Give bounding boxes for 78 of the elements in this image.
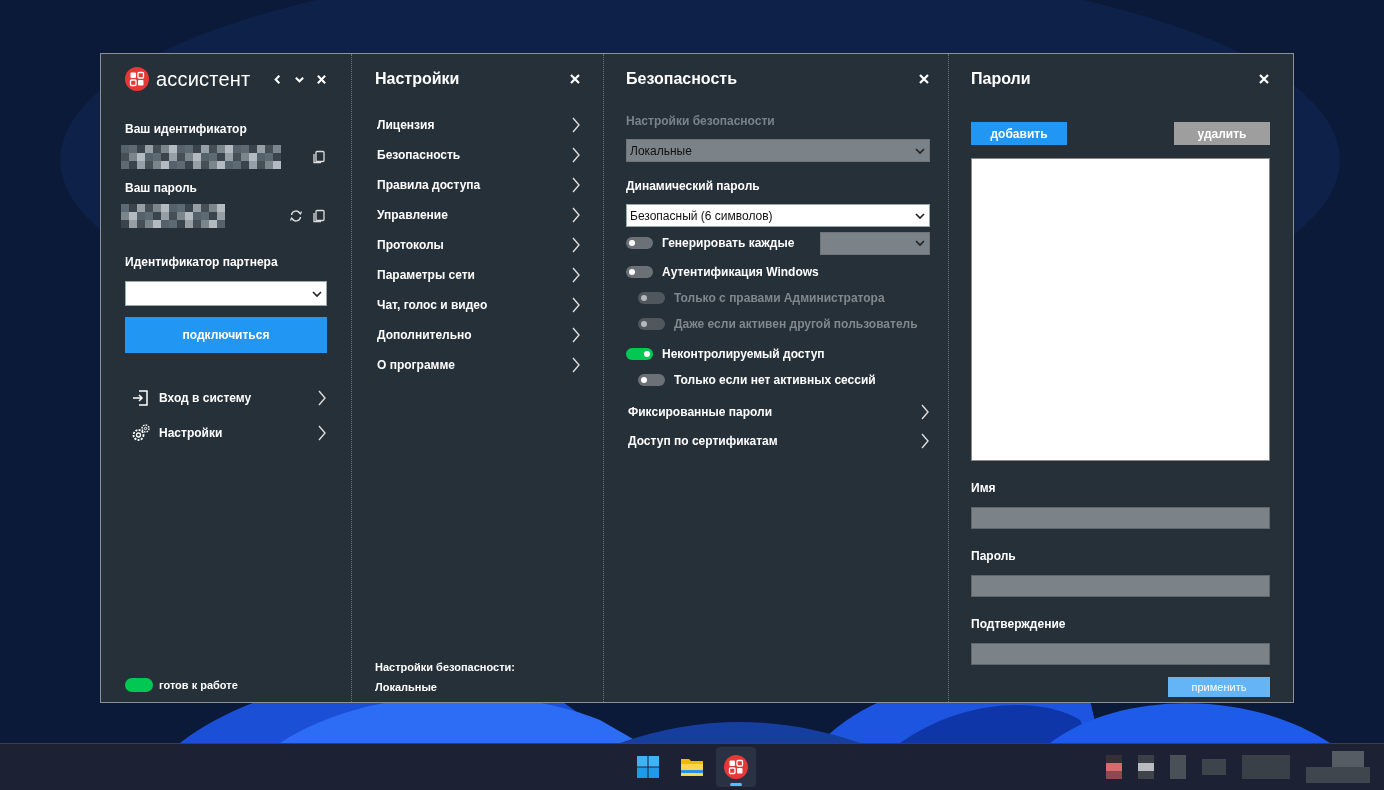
toggle-switch[interactable]: [626, 266, 653, 278]
toggle-label: Неконтролируемый доступ: [662, 347, 825, 361]
panel-title: Пароли: [971, 70, 1031, 88]
dropdown[interactable]: [820, 231, 930, 255]
chevron-right-icon: [317, 389, 327, 407]
chevron-right-icon: [571, 266, 581, 284]
toggle-label: Даже если активен другой пользователь: [674, 317, 918, 331]
field-label: Ваш идентификатор: [125, 121, 248, 137]
copy-icon[interactable]: [312, 209, 326, 223]
app-name: ассистент: [156, 67, 251, 91]
chevron-right-icon: [920, 432, 930, 450]
taskbar-button[interactable]: [716, 747, 756, 787]
settings-item[interactable]: Чат, голос и видео: [375, 295, 581, 315]
input-field[interactable]: [971, 507, 1270, 529]
chevron-right-icon: [920, 403, 930, 421]
field-label: Настройки безопасности: [626, 113, 776, 129]
chevron-right-icon: [317, 424, 327, 442]
settings-item[interactable]: Доступ по сертификатам: [626, 431, 930, 451]
close-icon[interactable]: [316, 73, 327, 85]
pixelated-tray-icon: [1138, 755, 1154, 779]
settings-item[interactable]: Управление: [375, 205, 581, 225]
settings-item[interactable]: Лицензия: [375, 115, 581, 135]
settings-item[interactable]: Дополнительно: [375, 325, 581, 345]
settings-item[interactable]: Правила доступа: [375, 175, 581, 195]
pixelated-tray-icon: [1202, 759, 1226, 775]
pixelated-tray-icon: [1242, 755, 1290, 779]
field-label: Ваш пароль: [125, 180, 198, 196]
chevron-right-icon: [571, 146, 581, 164]
pixelated-clock: [1306, 751, 1370, 783]
chevron-down-icon: [914, 237, 926, 249]
pixelated-tray-icon: [1170, 755, 1186, 779]
toggle-label: Только если нет активных сессий: [674, 373, 876, 387]
copy-icon[interactable]: [312, 150, 326, 164]
toggle-switch[interactable]: [626, 348, 653, 360]
field-label: Подтверждение: [971, 616, 1067, 632]
settings-item[interactable]: Протоколы: [375, 235, 581, 255]
footer-text: Локальные: [375, 680, 438, 694]
close-icon[interactable]: [569, 73, 581, 85]
panel-title: Безопасность: [626, 70, 737, 88]
status-text: готов к работе: [159, 679, 238, 691]
toggle-label: Только с правами Администратора: [674, 291, 885, 305]
partner-id-field[interactable]: [125, 281, 327, 306]
toggle-switch[interactable]: [626, 237, 653, 249]
chevron-right-icon: [571, 356, 581, 374]
settings-item[interactable]: Безопасность: [375, 145, 581, 165]
input-field[interactable]: [971, 575, 1270, 597]
chevron-right-icon: [571, 176, 581, 194]
gears-icon: [131, 423, 151, 443]
sign-in-icon: [131, 388, 151, 408]
refresh-icon[interactable]: [289, 209, 303, 223]
windows-start-icon: [636, 755, 660, 779]
dropdown[interactable]: Безопасный (6 символов): [626, 204, 930, 227]
chevron-right-icon: [571, 206, 581, 224]
field-label: Пароль: [971, 548, 1017, 564]
chevron-right-icon: [571, 326, 581, 344]
toggle-label: Генерировать каждые: [662, 236, 795, 250]
chevron-right-icon: [571, 296, 581, 314]
toggle-switch[interactable]: [638, 374, 665, 386]
pixelated-tray-icon: [1106, 755, 1122, 779]
toggle-label: Аутентификация Windows: [662, 265, 819, 279]
field-label: Имя: [971, 480, 997, 496]
settings-item[interactable]: Параметры сети: [375, 265, 581, 285]
app-logo-icon: [724, 755, 748, 779]
chevron-right-icon: [571, 236, 581, 254]
field-label: Динамический пароль: [626, 178, 761, 194]
app-logo-icon: [125, 67, 149, 91]
back-icon[interactable]: [272, 73, 283, 85]
input-field[interactable]: [971, 643, 1270, 665]
panel-title: Настройки: [375, 70, 460, 88]
close-icon[interactable]: [918, 73, 930, 85]
field-label: Идентификатор партнера: [125, 254, 279, 270]
settings-item[interactable]: Фиксированные пароли: [626, 402, 930, 422]
menu-link[interactable]: Настройки: [125, 421, 327, 445]
footer-text: Настройки безопасности:: [375, 660, 515, 674]
settings-item[interactable]: О программе: [375, 355, 581, 375]
close-icon[interactable]: [1258, 73, 1270, 85]
chevron-right-icon: [571, 116, 581, 134]
menu-link[interactable]: Вход в систему: [125, 386, 327, 410]
